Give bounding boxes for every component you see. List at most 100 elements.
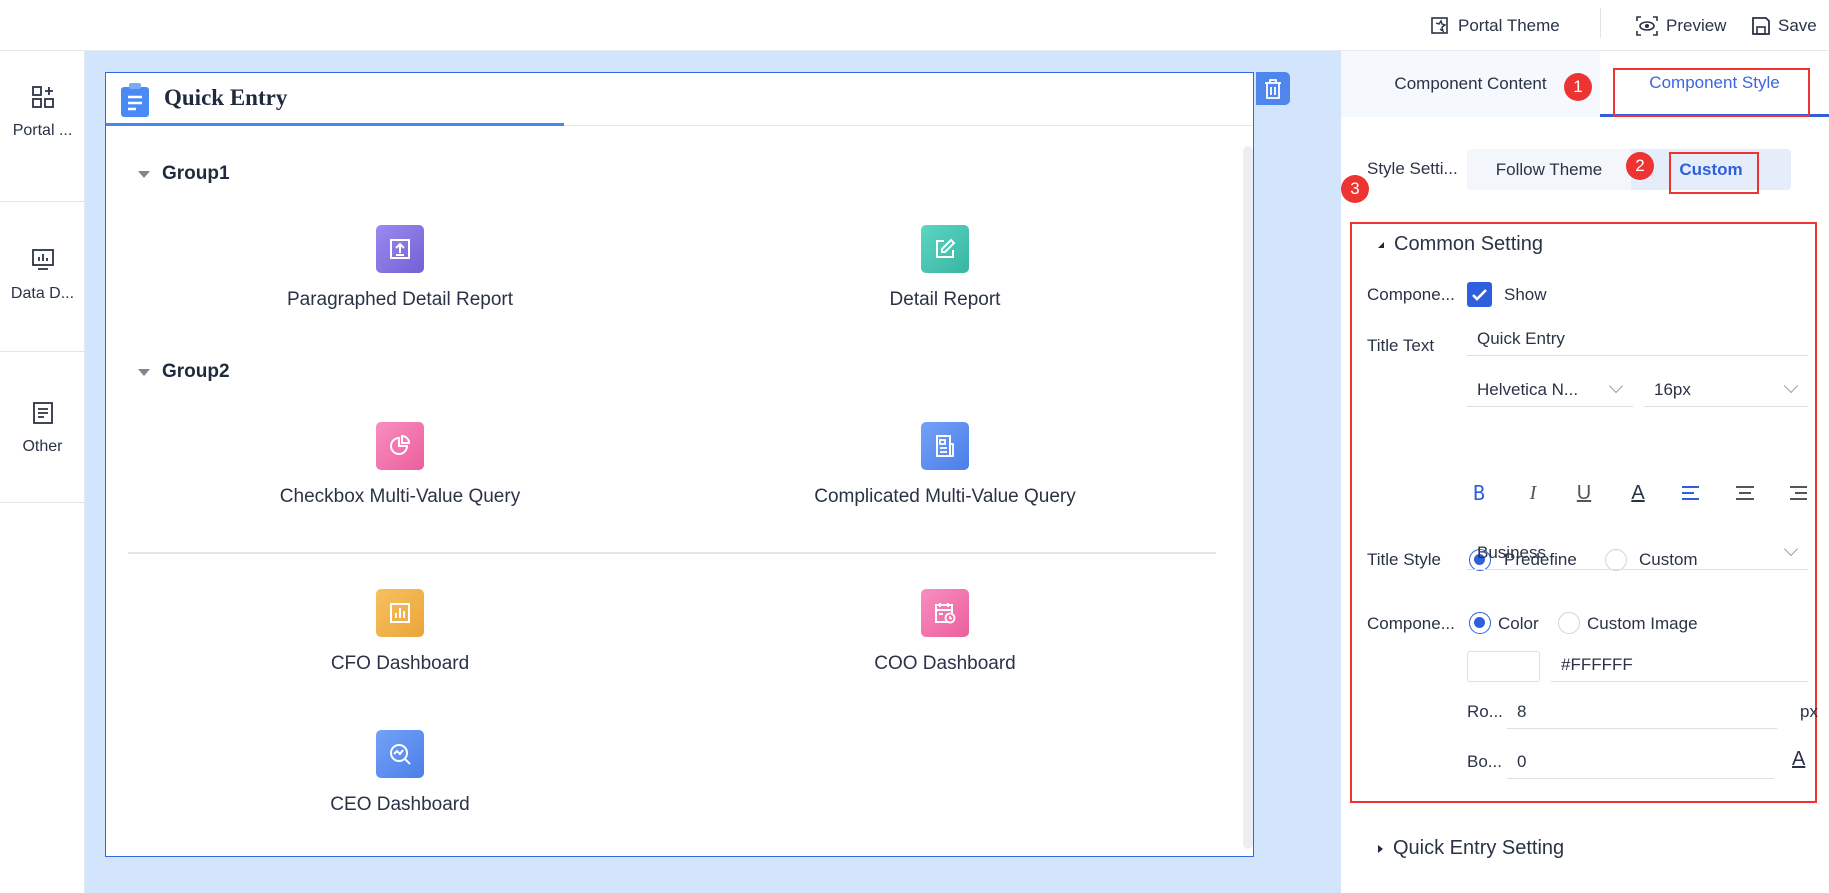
entry-label: CFO Dashboard: [330, 653, 470, 674]
properties-panel: Component Content Component Style 1 Styl…: [1341, 51, 1829, 893]
newspaper-icon: [921, 422, 969, 470]
align-right-icon[interactable]: [1786, 481, 1810, 505]
radius-input[interactable]: 8: [1507, 695, 1777, 729]
collapse-triangle-icon: [138, 368, 150, 376]
select-value: 16px: [1654, 379, 1691, 399]
title-text-input[interactable]: Quick Entry: [1467, 322, 1808, 356]
preview-button[interactable]: Preview: [1636, 13, 1726, 39]
group-header[interactable]: Group2: [138, 361, 230, 383]
toolbar-divider: [1600, 8, 1601, 38]
bar-chart-icon: [376, 589, 424, 637]
entry-ceo-dashboard[interactable]: CEO Dashboard: [150, 730, 650, 816]
theme-icon: [1431, 17, 1448, 34]
follow-theme-option[interactable]: Follow Theme: [1467, 149, 1631, 190]
edit-report-icon: [921, 225, 969, 273]
border-color-icon[interactable]: A: [1792, 748, 1805, 771]
select-value: Business: [1477, 542, 1546, 562]
color-hex-input[interactable]: #FFFFFF: [1551, 648, 1808, 682]
entry-detail-report[interactable]: Detail Report: [695, 225, 1195, 311]
pie-chart-icon: [376, 422, 424, 470]
show-label: Show: [1504, 285, 1547, 304]
group-header[interactable]: Group1: [138, 163, 230, 185]
color-radio[interactable]: [1469, 612, 1491, 634]
checkmark-icon: [1472, 289, 1487, 301]
underline-icon[interactable]: U: [1572, 481, 1596, 505]
sidebar-item-other[interactable]: Other: [0, 401, 85, 456]
font-color-icon[interactable]: A: [1626, 481, 1650, 505]
radius-label: Ro...: [1467, 702, 1503, 721]
border-input[interactable]: 0: [1507, 745, 1774, 779]
card-title: Quick Entry: [164, 85, 288, 110]
align-left-icon[interactable]: [1679, 481, 1703, 505]
sidebar-item-label: Data D...: [10, 285, 75, 302]
trend-search-icon: [376, 730, 424, 778]
sidebar-divider: [0, 201, 85, 202]
portal-theme-label: Portal Theme: [1458, 16, 1560, 35]
show-title-checkbox[interactable]: [1467, 282, 1492, 307]
sidebar-item-data-dashboard[interactable]: Data D...: [0, 248, 85, 303]
annotation-box-custom: [1669, 152, 1759, 194]
scrollbar-track[interactable]: [1243, 146, 1253, 849]
section-title: Quick Entry Setting: [1393, 837, 1565, 859]
group-name: Group2: [162, 361, 230, 382]
common-setting-header[interactable]: Common Setting: [1378, 233, 1543, 256]
entry-paragraphed-detail-report[interactable]: Paragraphed Detail Report: [150, 225, 650, 311]
sidebar-item-portal[interactable]: Portal ...: [0, 85, 85, 140]
header-underline: [106, 123, 564, 126]
dashboard-chart-icon: [31, 249, 54, 270]
clipboard-icon: [121, 83, 149, 117]
preview-label: Preview: [1666, 16, 1727, 35]
bold-icon[interactable]: B: [1467, 481, 1491, 505]
section-title: Common Setting: [1394, 233, 1543, 255]
chevron-down-icon: [1608, 378, 1624, 394]
entry-label: Complicated Multi-Value Query: [814, 486, 1076, 507]
color-swatch[interactable]: [1467, 651, 1540, 682]
entry-label: CEO Dashboard: [330, 794, 470, 815]
calendar-clock-icon: [921, 589, 969, 637]
tab-label: Component Content: [1394, 74, 1547, 93]
sidebar-divider: [0, 502, 85, 503]
quick-entry-component[interactable]: Quick Entry Group1 Paragraphed Detail Re…: [105, 72, 1254, 857]
entry-coo-dashboard[interactable]: COO Dashboard: [695, 589, 1195, 675]
entry-checkbox-multi-value-query[interactable]: Checkbox Multi-Value Query: [150, 422, 650, 508]
quick-entry-setting-header[interactable]: Quick Entry Setting: [1378, 837, 1564, 860]
entry-cfo-dashboard[interactable]: CFO Dashboard: [150, 589, 650, 675]
align-center-icon[interactable]: [1733, 481, 1757, 505]
border-label: Bo...: [1467, 752, 1502, 771]
radius-unit: px: [1800, 702, 1818, 721]
component-background-label: Compone...: [1367, 614, 1455, 633]
annotation-badge-2: 2: [1626, 152, 1654, 180]
entry-complicated-multi-value-query[interactable]: Complicated Multi-Value Query: [695, 422, 1195, 508]
sidebar-item-label: Other: [22, 438, 63, 455]
save-button[interactable]: Save: [1752, 13, 1817, 39]
chevron-down-icon: [1783, 378, 1799, 394]
document-icon: [32, 402, 53, 424]
eye-icon: [1636, 16, 1658, 36]
custom-image-label: Custom Image: [1587, 614, 1698, 633]
trash-icon: [1265, 78, 1281, 99]
expanded-triangle-icon: [1378, 241, 1384, 248]
save-label: Save: [1778, 16, 1817, 35]
custom-image-radio[interactable]: [1558, 612, 1580, 634]
annotation-badge-1: 1: [1564, 73, 1592, 101]
italic-icon[interactable]: I: [1521, 481, 1545, 505]
chevron-down-icon: [1783, 541, 1799, 557]
option-label: Follow Theme: [1495, 159, 1603, 179]
tab-component-content[interactable]: Component Content: [1341, 51, 1600, 117]
color-label: Color: [1498, 614, 1539, 633]
top-toolbar: Portal Theme Preview Save: [0, 0, 1829, 51]
style-setting-label: Style Setti...: [1367, 159, 1458, 178]
left-sidebar: Portal ... Data D... Other: [0, 51, 85, 893]
font-family-select[interactable]: Helvetica N...: [1467, 373, 1633, 407]
sidebar-item-label: Portal ...: [12, 122, 73, 139]
font-size-select[interactable]: 16px: [1644, 373, 1808, 407]
select-value: Helvetica N...: [1477, 379, 1579, 399]
delete-component-button[interactable]: [1256, 72, 1290, 105]
collapse-triangle-icon: [138, 170, 150, 178]
component-label: Compone...: [1367, 285, 1455, 304]
title-style-select[interactable]: Business: [1467, 536, 1808, 570]
title-text-label: Title Text: [1367, 336, 1435, 355]
annotation-badge-3: 3: [1341, 175, 1369, 203]
portal-theme-button[interactable]: Portal Theme: [1430, 13, 1560, 39]
add-widget-icon: [31, 86, 54, 108]
